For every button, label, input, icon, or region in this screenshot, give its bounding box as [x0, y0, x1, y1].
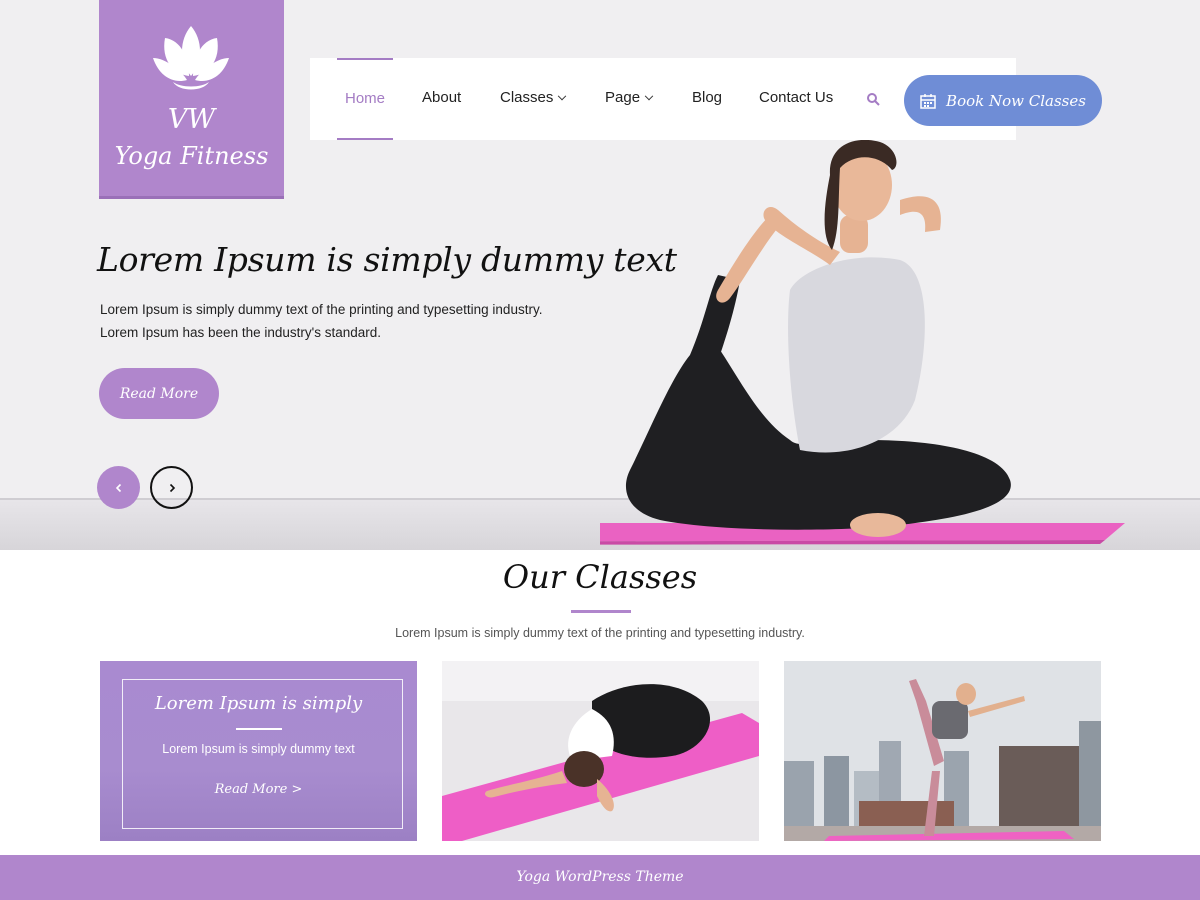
- search-icon[interactable]: [866, 92, 880, 106]
- class-card-title: Lorem Ipsum is simply: [154, 693, 363, 714]
- chevron-left-icon: [115, 483, 121, 492]
- calendar-icon: [920, 93, 936, 109]
- class-card-2[interactable]: [442, 661, 759, 841]
- book-now-label: Book Now Classes: [946, 91, 1086, 110]
- class-card-featured[interactable]: Lorem Ipsum is simply Lorem Ipsum is sim…: [100, 661, 417, 841]
- footer-credit: Yoga WordPress Theme: [0, 855, 1200, 900]
- classes-section-subtitle: Lorem Ipsum is simply dummy text of the …: [395, 626, 805, 640]
- hero-text: Lorem Ipsum is simply dummy text of the …: [100, 298, 600, 344]
- slider-next-button[interactable]: [150, 466, 193, 509]
- hero-read-more-button[interactable]: Read More: [99, 368, 219, 419]
- logo-line-2: Yoga Fitness: [114, 142, 269, 170]
- dancer-pose-photo: [784, 661, 1101, 841]
- logo-line-1: VW: [167, 104, 216, 135]
- class-card-read-more-link[interactable]: Read More >: [100, 782, 417, 797]
- site-logo[interactable]: VW Yoga Fitness: [99, 0, 284, 199]
- hero-text-line-1: Lorem Ipsum is simply dummy text of the …: [100, 302, 543, 317]
- class-card-divider: [236, 728, 282, 730]
- classes-section-title: Our Classes: [502, 558, 698, 596]
- hero-slider: VW Yoga Fitness Home About Classes Page …: [0, 0, 1200, 550]
- chevron-down-icon: [644, 91, 654, 101]
- nav-item-classes-label: Classes: [500, 89, 554, 106]
- class-card-3[interactable]: [784, 661, 1101, 841]
- nav-item-page-label: Page: [605, 89, 641, 106]
- hero-title: Lorem Ipsum is simply dummy text: [97, 240, 677, 279]
- nav-item-blog[interactable]: Blog: [692, 58, 722, 140]
- class-card-text: Lorem Ipsum is simply dummy text: [162, 742, 355, 756]
- nav-item-home[interactable]: Home: [337, 58, 393, 140]
- nav-item-classes[interactable]: Classes: [500, 58, 567, 140]
- nav-item-contact-us[interactable]: Contact Us: [759, 58, 833, 140]
- child-pose-photo: [442, 661, 759, 841]
- chevron-down-icon: [558, 91, 567, 101]
- slider-prev-button[interactable]: [97, 466, 140, 509]
- nav-item-page[interactable]: Page: [605, 58, 654, 140]
- hero-yoga-photo: [600, 140, 1125, 545]
- book-now-button[interactable]: Book Now Classes: [904, 75, 1102, 126]
- classes-title-divider: [571, 610, 631, 613]
- nav-item-about[interactable]: About: [422, 58, 461, 140]
- chevron-right-icon: [169, 483, 175, 492]
- lotus-icon: [153, 26, 229, 90]
- hero-text-line-2: Lorem Ipsum has been the industry's stan…: [100, 325, 381, 340]
